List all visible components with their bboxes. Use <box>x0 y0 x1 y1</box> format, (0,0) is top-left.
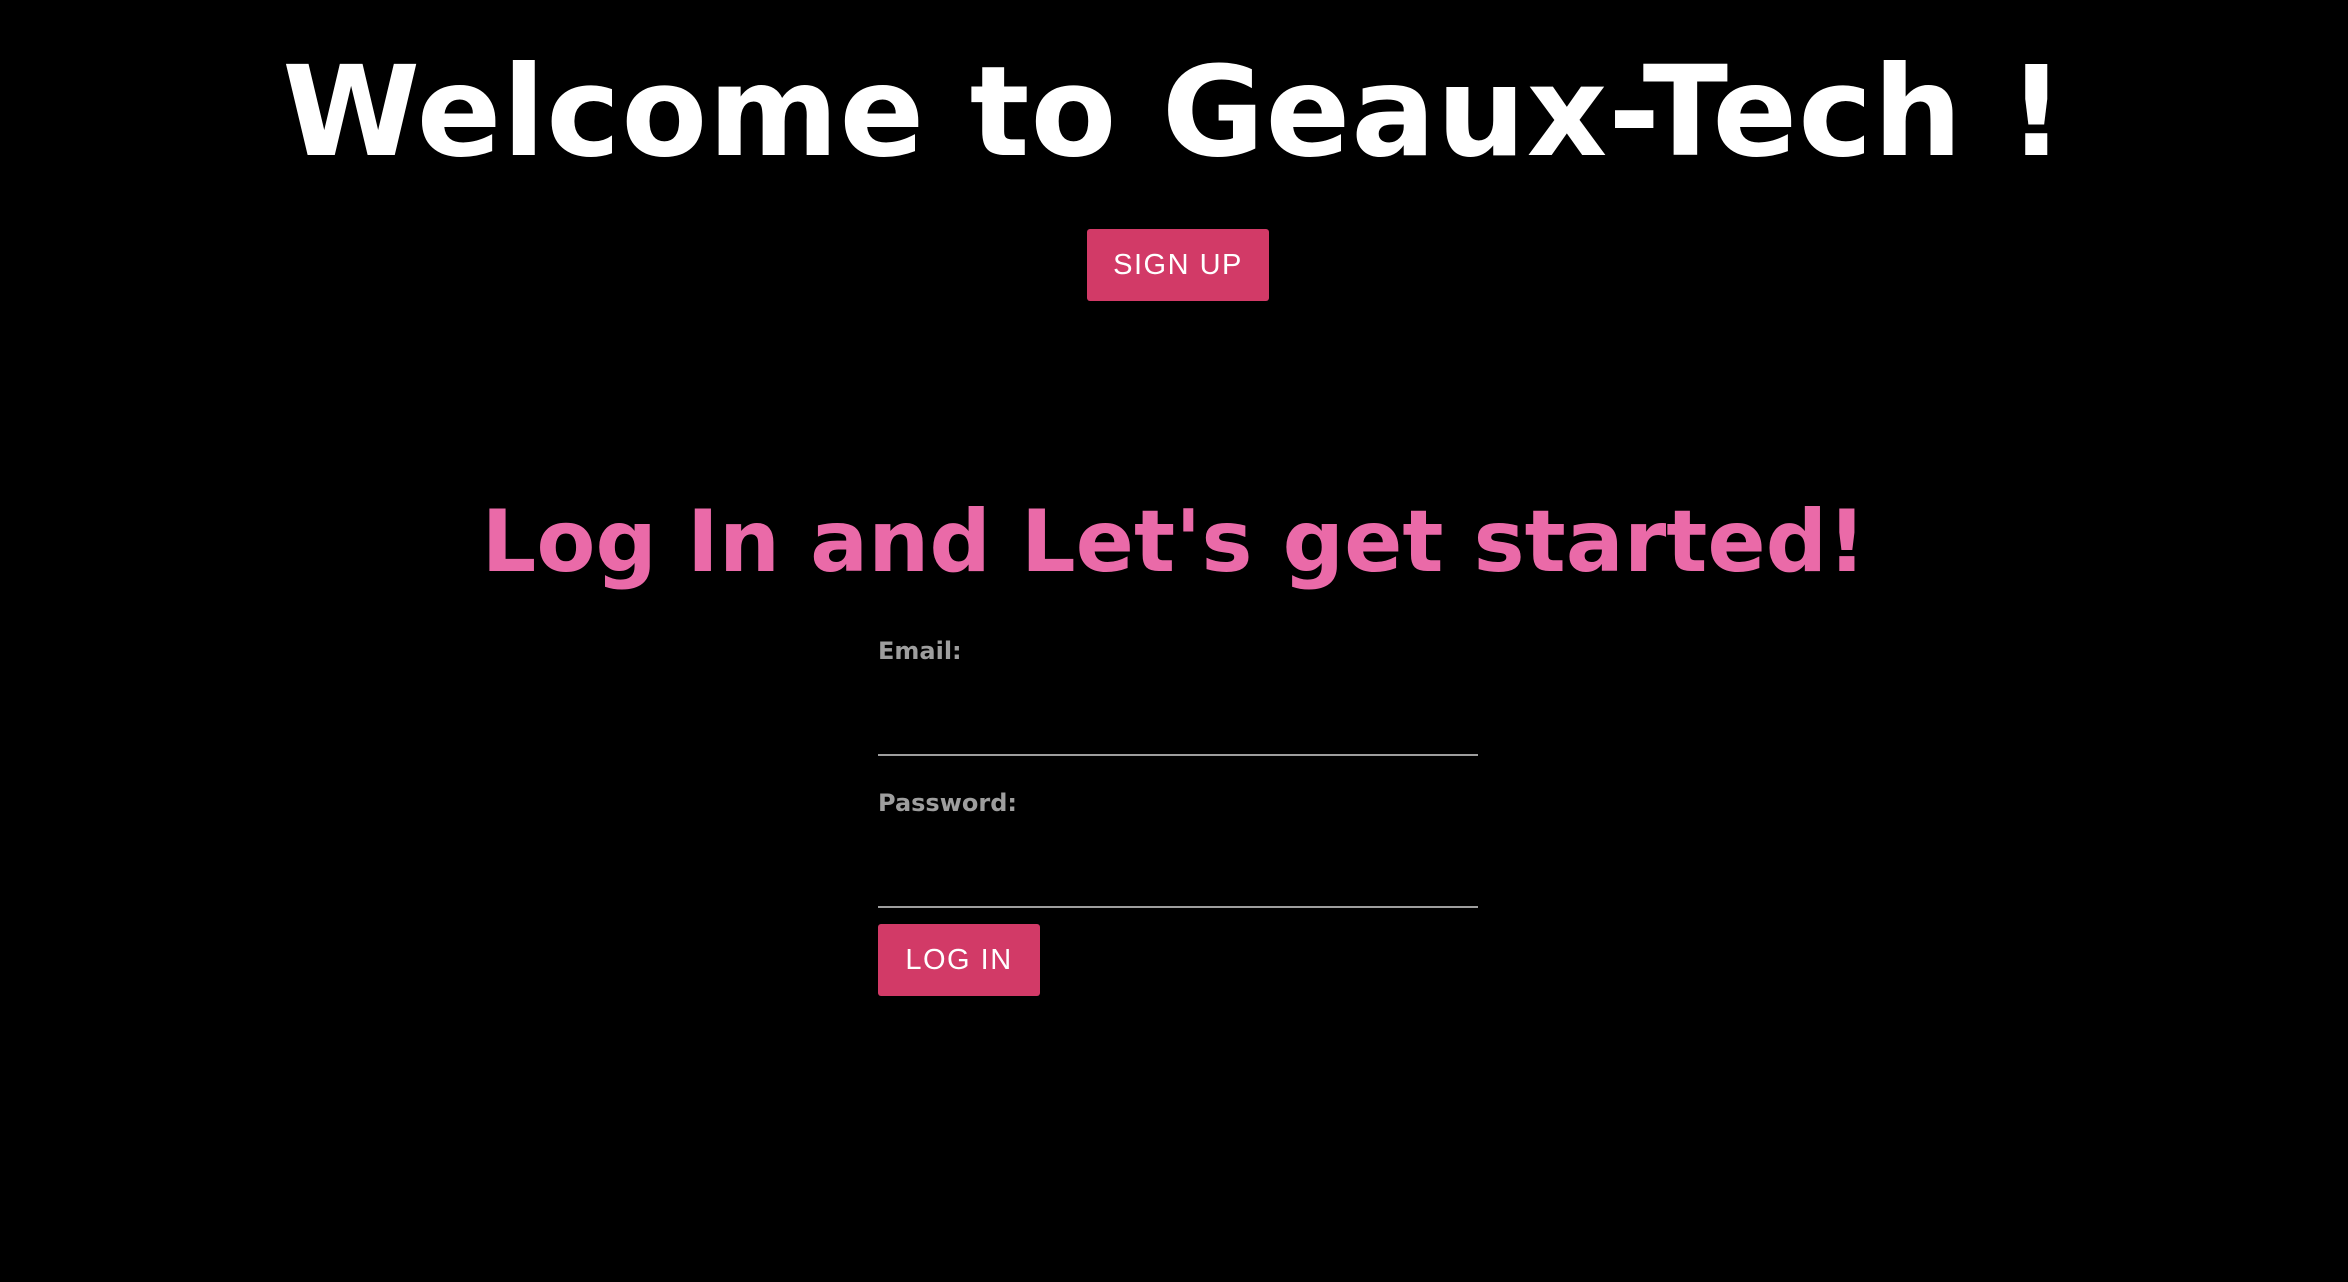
page-title: Welcome to Geaux-Tech ! <box>282 40 2066 185</box>
email-label: Email: <box>878 637 962 665</box>
log-in-button[interactable]: LOG IN <box>878 924 1040 996</box>
login-form: Email: Password: LOG IN <box>878 634 1478 996</box>
password-label: Password: <box>878 789 1017 817</box>
sign-up-button[interactable]: SIGN UP <box>1087 229 1269 301</box>
password-field-group: Password: <box>878 786 1478 908</box>
email-field[interactable] <box>878 710 1478 756</box>
email-field-group: Email: <box>878 634 1478 756</box>
password-field[interactable] <box>878 862 1478 908</box>
login-heading: Log In and Let's get started! <box>481 492 1867 592</box>
